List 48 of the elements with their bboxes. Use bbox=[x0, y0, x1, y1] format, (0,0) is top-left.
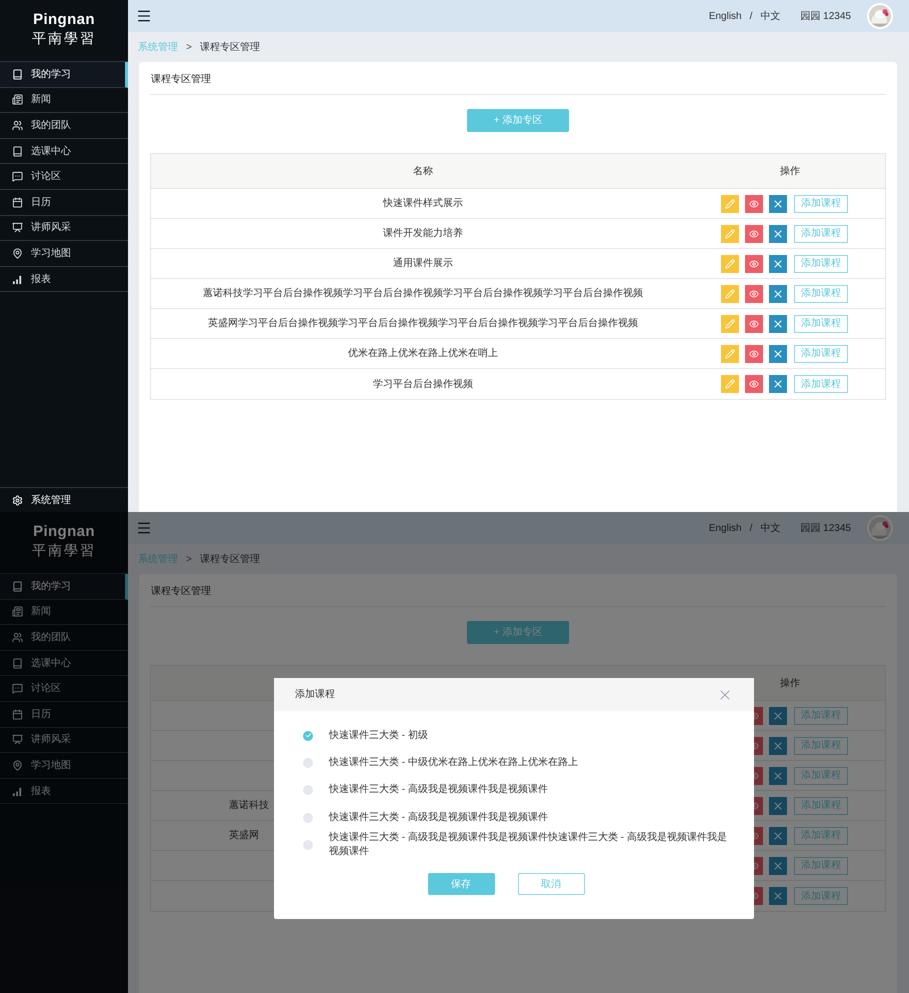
language-link[interactable]: 中文 bbox=[760, 8, 780, 24]
add-course-button[interactable]: 添加课程 bbox=[794, 314, 848, 332]
add-course-button[interactable]: 添加课程 bbox=[794, 344, 848, 362]
add-course-button[interactable]: 添加课程 bbox=[794, 194, 848, 212]
brand-subtitle: 平南學習 bbox=[32, 31, 96, 49]
option-label: 快速课件三大类 - 高级我是视频课件我是视频课件 bbox=[329, 783, 548, 798]
add-course-button[interactable]: 添加课程 bbox=[794, 254, 848, 272]
card-title: 课程专区管理 bbox=[151, 72, 211, 87]
add-course-button[interactable]: 添加课程 bbox=[794, 284, 848, 302]
sidebar-item[interactable]: 我的学习 bbox=[0, 574, 128, 600]
table-cell-text: 英盛网 bbox=[229, 828, 259, 843]
option-label: 快速课件三大类 - 中级优米在路上优米在路上优米在路上 bbox=[329, 756, 578, 770]
cancel-button[interactable]: 取消 bbox=[518, 873, 584, 896]
column-header: 操作 bbox=[780, 164, 800, 178]
table-cell-text: 学习平台后台操作视频 bbox=[373, 378, 473, 392]
table-cell-text: 通用课件展示 bbox=[393, 256, 453, 271]
user-name: 园园 12345 bbox=[800, 10, 851, 24]
option-label: 快速课件三大类 - 高级我是视频课件我是视频课件快速课件三大类 - 高级我是视频课件我是视频课件 bbox=[329, 831, 728, 860]
sidebar-item[interactable]: 我的学习 bbox=[0, 62, 128, 88]
language-separator: / bbox=[748, 10, 754, 24]
user-name: 园园 12345 bbox=[800, 522, 851, 536]
language-link[interactable]: 中文 bbox=[760, 520, 780, 536]
column-header: 操作 bbox=[780, 676, 800, 690]
add-zone-button[interactable]: + 添加专区 bbox=[467, 109, 569, 132]
brand-logo: Pingnan bbox=[33, 524, 95, 540]
table-cell-text: 蕙诺科技 bbox=[229, 798, 269, 813]
table-cell-text: 优米在路上优米在路上优米在哨上 bbox=[348, 346, 498, 361]
add-course-button[interactable]: 添加课程 bbox=[794, 224, 848, 242]
language-separator: / bbox=[748, 522, 754, 536]
card-title: 课程专区管理 bbox=[151, 584, 211, 599]
language-link[interactable]: English bbox=[708, 520, 742, 536]
brand-subtitle: 平南學習 bbox=[32, 543, 96, 561]
breadcrumb-separator: > bbox=[186, 40, 192, 54]
breadcrumb-separator: > bbox=[186, 552, 192, 566]
save-button[interactable]: 保存 bbox=[428, 873, 494, 896]
brand-logo: Pingnan bbox=[33, 12, 95, 28]
option-label: 快速课件三大类 - 高级我是视频课件我是视频课件 bbox=[329, 810, 548, 825]
table-cell-text: 蕙诺科技学习平台后台操作视频学习平台后台操作视频学习平台后台操作视频学习平台后台操作视频 bbox=[203, 286, 643, 301]
breadcrumb-current: 课程专区管理 bbox=[200, 40, 260, 54]
column-header: 名称 bbox=[413, 164, 433, 178]
language-link[interactable]: English bbox=[708, 8, 742, 24]
table-cell-text: 课件开发能力培养 bbox=[383, 226, 463, 241]
add-course-button[interactable]: 添加课程 bbox=[794, 375, 848, 393]
table-cell-text: 快速课件样式展示 bbox=[383, 196, 463, 211]
table-cell-text: 英盛网学习平台后台操作视频学习平台后台操作视频学习平台后台操作视频学习平台后台操作视频 bbox=[208, 316, 638, 331]
option-label: 快速课件三大类 - 初级 bbox=[329, 728, 428, 743]
dialog-title: 添加课程 bbox=[295, 688, 335, 702]
breadcrumb-current: 课程专区管理 bbox=[200, 552, 260, 566]
